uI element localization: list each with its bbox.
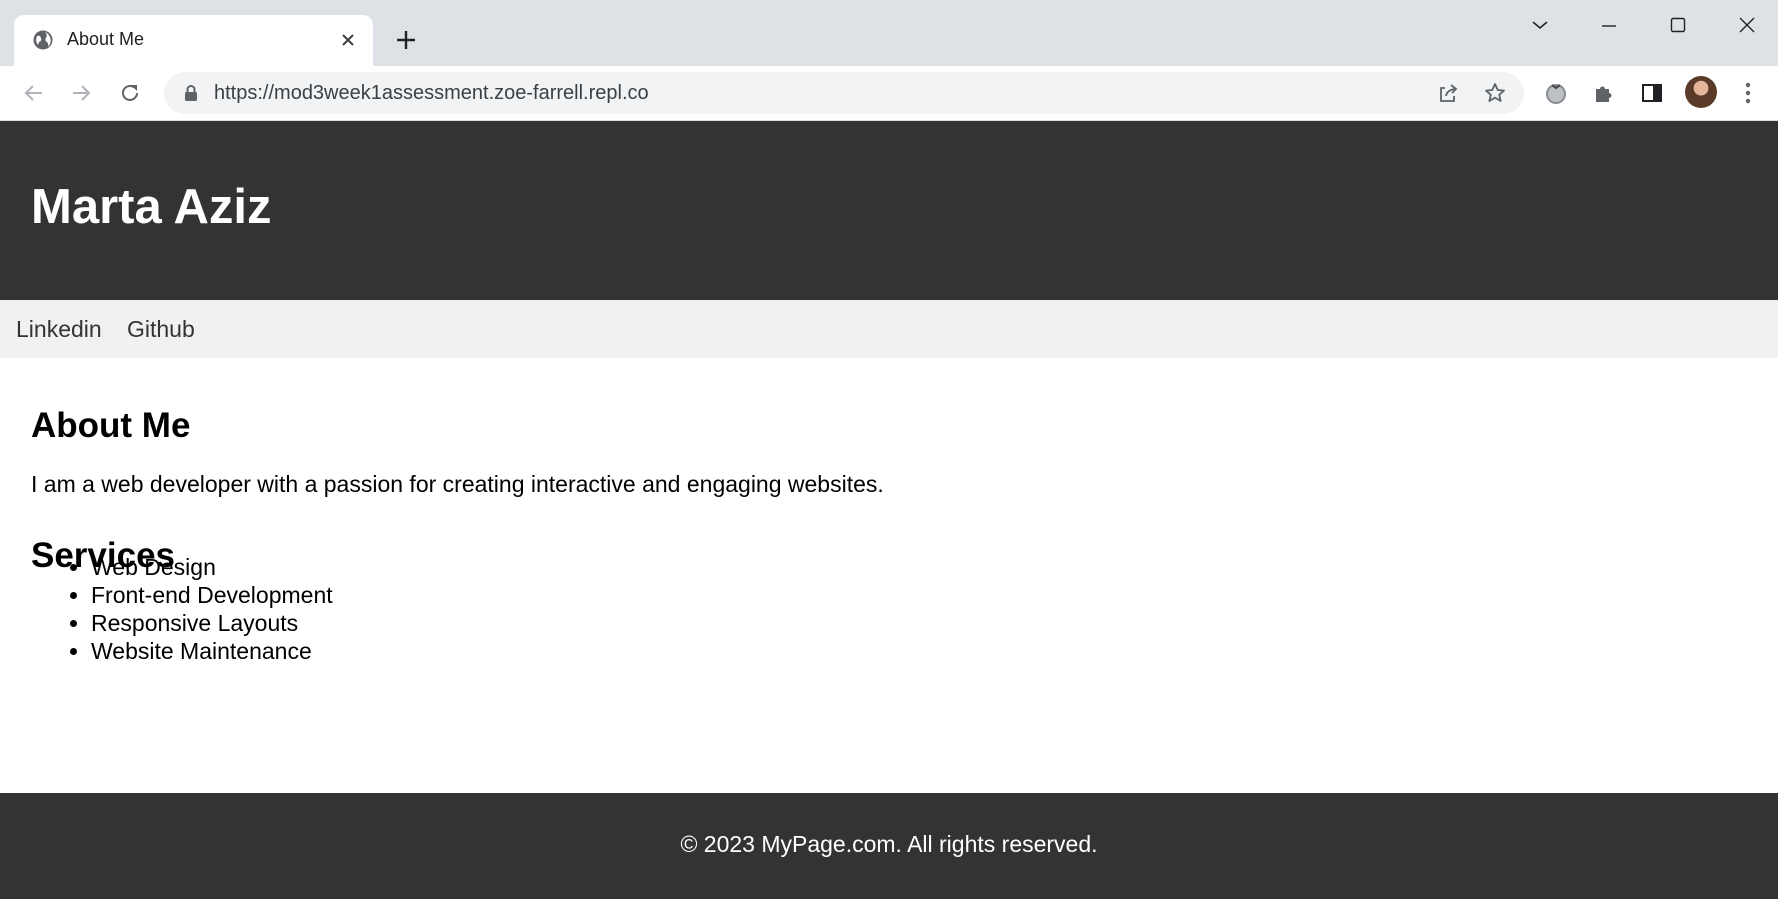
close-window-icon[interactable] xyxy=(1725,10,1769,40)
about-heading: About Me xyxy=(31,406,191,445)
forward-arrow-icon[interactable] xyxy=(67,79,95,107)
url-text[interactable]: https://mod3week1assessment.zoe-farrell.… xyxy=(214,82,649,105)
puzzle-icon[interactable] xyxy=(1591,80,1617,106)
site-title: Marta Aziz xyxy=(31,180,272,234)
list-item: Website Maintenance xyxy=(91,637,333,665)
maximize-icon[interactable] xyxy=(1656,10,1700,40)
browser-toolbar: https://mod3week1assessment.zoe-farrell.… xyxy=(0,66,1778,121)
list-item: Web Design xyxy=(91,553,333,581)
side-panel-icon[interactable] xyxy=(1639,80,1665,106)
services-list-items: Web Design Front-end Development Respons… xyxy=(31,553,333,665)
footer-copyright: © 2023 MyPage.com. All rights reserved. xyxy=(680,831,1098,857)
tab-strip: About Me xyxy=(0,0,1778,66)
nav-link-github[interactable]: Github xyxy=(127,316,195,343)
about-text: I am a web developer with a passion for … xyxy=(31,471,884,497)
reload-icon[interactable] xyxy=(116,79,144,107)
site-nav: Linkedin Github xyxy=(0,300,1778,358)
back-arrow-icon[interactable] xyxy=(20,79,48,107)
tab-title: About Me xyxy=(67,29,145,49)
minimize-icon[interactable] xyxy=(1587,10,1631,40)
browser-tab[interactable]: About Me xyxy=(14,15,373,66)
close-tab-icon[interactable] xyxy=(338,30,358,50)
share-icon[interactable] xyxy=(1437,82,1459,104)
globe-icon xyxy=(32,29,54,51)
chevron-down-icon[interactable] xyxy=(1518,10,1562,40)
extension-tomato-icon[interactable] xyxy=(1543,80,1569,106)
more-icon[interactable] xyxy=(1735,80,1761,106)
web-page: Marta Aziz Linkedin Github About Me I am… xyxy=(0,121,1778,899)
avatar[interactable] xyxy=(1685,76,1717,108)
list-item: Front-end Development xyxy=(91,581,333,609)
lock-icon[interactable] xyxy=(182,84,200,102)
nav-link-linkedin[interactable]: Linkedin xyxy=(16,316,102,343)
address-bar[interactable]: https://mod3week1assessment.zoe-farrell.… xyxy=(164,72,1524,114)
site-header: Marta Aziz xyxy=(0,121,1778,300)
list-item: Responsive Layouts xyxy=(91,609,333,637)
star-icon[interactable] xyxy=(1484,82,1506,104)
site-footer: © 2023 MyPage.com. All rights reserved. xyxy=(0,793,1778,899)
plus-icon[interactable] xyxy=(394,28,418,52)
